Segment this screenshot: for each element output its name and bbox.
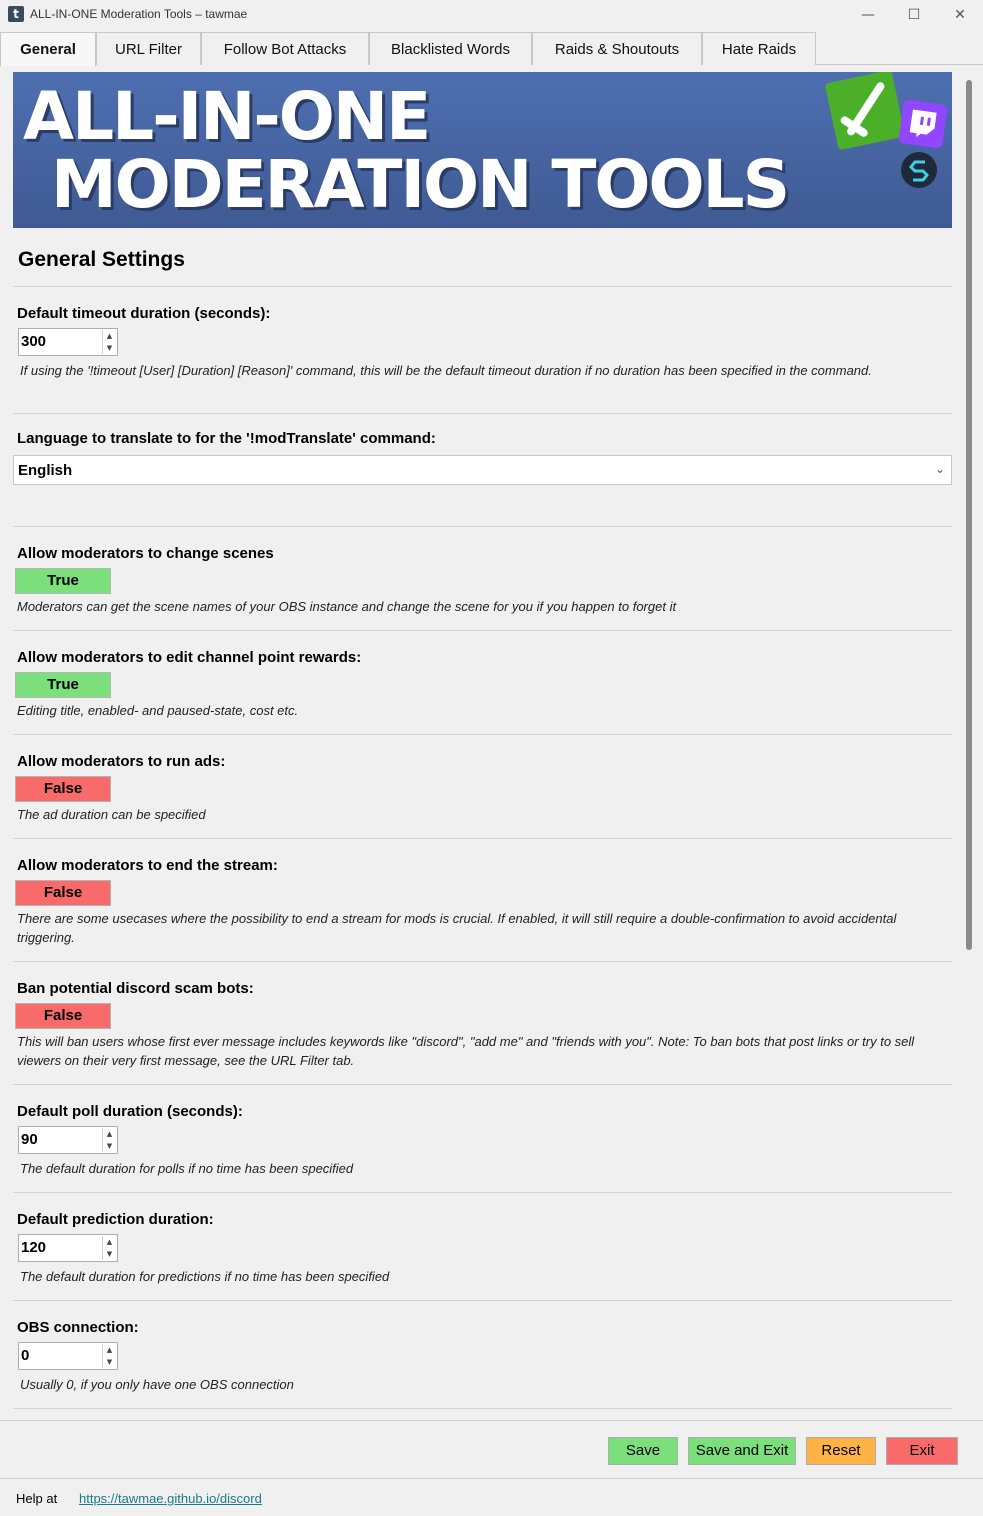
reset-button[interactable]: Reset [806,1437,876,1465]
obs-label: OBS connection: [17,1319,139,1336]
discord-link[interactable]: https://tawmae.github.io/discord [79,1491,262,1506]
close-icon[interactable]: ✕ [937,0,983,30]
settings-panel: ALL-IN-ONE MODERATION TOOLS General Sett… [0,66,983,1416]
stepper-up-icon[interactable]: ▲ [103,1344,116,1356]
tab-bar: General URL Filter Follow Bot Attacks Bl… [0,31,983,66]
section-title: General Settings [18,248,185,271]
footer-divider [0,1478,983,1479]
app-icon: t [8,6,24,22]
save-button[interactable]: Save [608,1437,678,1465]
endstream-toggle[interactable]: False [15,880,111,906]
tab-follow-bot-attacks[interactable]: Follow Bot Attacks [201,32,369,65]
divider [13,413,952,414]
stepper-arrows[interactable]: ▲ ▼ [102,330,116,354]
divider [13,734,952,735]
rewards-toggle[interactable]: True [15,672,111,698]
scambots-desc: This will ban users whose first ever mes… [17,1034,915,1068]
stepper-up-icon[interactable]: ▲ [103,1236,116,1248]
ads-label: Allow moderators to run ads: [17,753,226,770]
stepper-up-icon[interactable]: ▲ [103,1128,116,1140]
tab-general[interactable]: General [0,32,96,66]
prediction-value: 120 [21,1239,47,1256]
minimize-icon[interactable]: — [845,0,891,30]
twitch-logo-icon [898,99,948,149]
stepper-down-icon[interactable]: ▼ [103,342,116,354]
rewards-label: Allow moderators to edit channel point r… [17,649,362,666]
scambots-toggle[interactable]: False [15,1003,111,1029]
obs-value: 0 [21,1347,30,1364]
banner-title-line1: ALL-IN-ONE [23,78,431,155]
sword-logo-icon [824,72,906,151]
endstream-desc: There are some usecases where the possib… [17,911,897,945]
scambots-label: Ban potential discord scam bots: [17,980,254,997]
timeout-desc: If using the '!timeout [User] [Duration]… [20,363,872,378]
divider [13,1192,952,1193]
timeout-value: 300 [21,333,47,350]
obs-desc: Usually 0, if you only have one OBS conn… [20,1377,294,1392]
translate-language-select[interactable]: English ⌄ [13,455,952,485]
footer-divider [0,1420,983,1421]
stepper-arrows[interactable]: ▲ ▼ [102,1236,116,1260]
scrollbar[interactable] [966,80,972,950]
stepper-down-icon[interactable]: ▼ [103,1356,116,1368]
tab-url-filter[interactable]: URL Filter [96,32,201,65]
tab-raids-shoutouts[interactable]: Raids & Shoutouts [532,32,702,65]
poll-stepper[interactable]: 90 ▲ ▼ [18,1126,118,1154]
prediction-desc: The default duration for predictions if … [20,1269,390,1284]
rewards-desc: Editing title, enabled- and paused-state… [17,703,299,718]
poll-desc: The default duration for polls if no tim… [20,1161,354,1176]
ads-desc: The ad duration can be specified [17,807,206,822]
divider [13,526,952,527]
obs-stepper[interactable]: 0 ▲ ▼ [18,1342,118,1370]
poll-label: Default poll duration (seconds): [17,1103,243,1120]
divider [13,1084,952,1085]
chevron-down-icon: ⌄ [934,462,945,476]
divider [13,630,952,631]
poll-value: 90 [21,1131,38,1148]
save-and-exit-button[interactable]: Save and Exit [688,1437,796,1465]
translate-value: English [18,462,73,479]
stepper-down-icon[interactable]: ▼ [103,1140,116,1152]
exit-button[interactable]: Exit [886,1437,958,1465]
tab-hate-raids[interactable]: Hate Raids [702,32,816,65]
banner-image: ALL-IN-ONE MODERATION TOOLS [13,72,952,228]
stepper-arrows[interactable]: ▲ ▼ [102,1344,116,1368]
banner-title-line2: MODERATION TOOLS [51,146,790,223]
maximize-icon[interactable]: ☐ [891,0,937,30]
prediction-stepper[interactable]: 120 ▲ ▼ [18,1234,118,1262]
window-title: ALL-IN-ONE Moderation Tools – tawmae [30,7,248,21]
divider [13,961,952,962]
scenes-toggle[interactable]: True [15,568,111,594]
scenes-desc: Moderators can get the scene names of yo… [17,599,677,614]
streamerbot-logo-icon [901,152,937,188]
timeout-label: Default timeout duration (seconds): [17,305,271,322]
tab-blacklisted-words[interactable]: Blacklisted Words [369,32,532,65]
prediction-label: Default prediction duration: [17,1211,214,1228]
translate-label: Language to translate to for the '!modTr… [17,430,436,447]
stepper-up-icon[interactable]: ▲ [103,330,116,342]
divider [13,838,952,839]
timeout-stepper[interactable]: 300 ▲ ▼ [18,328,118,356]
scenes-label: Allow moderators to change scenes [17,545,274,562]
stepper-down-icon[interactable]: ▼ [103,1248,116,1260]
divider [13,1300,952,1301]
divider [13,286,952,287]
title-bar: t ALL-IN-ONE Moderation Tools – tawmae —… [0,0,983,30]
stepper-arrows[interactable]: ▲ ▼ [102,1128,116,1152]
help-label: Help at [16,1491,58,1506]
endstream-label: Allow moderators to end the stream: [17,857,278,874]
divider [13,1408,952,1409]
ads-toggle[interactable]: False [15,776,111,802]
